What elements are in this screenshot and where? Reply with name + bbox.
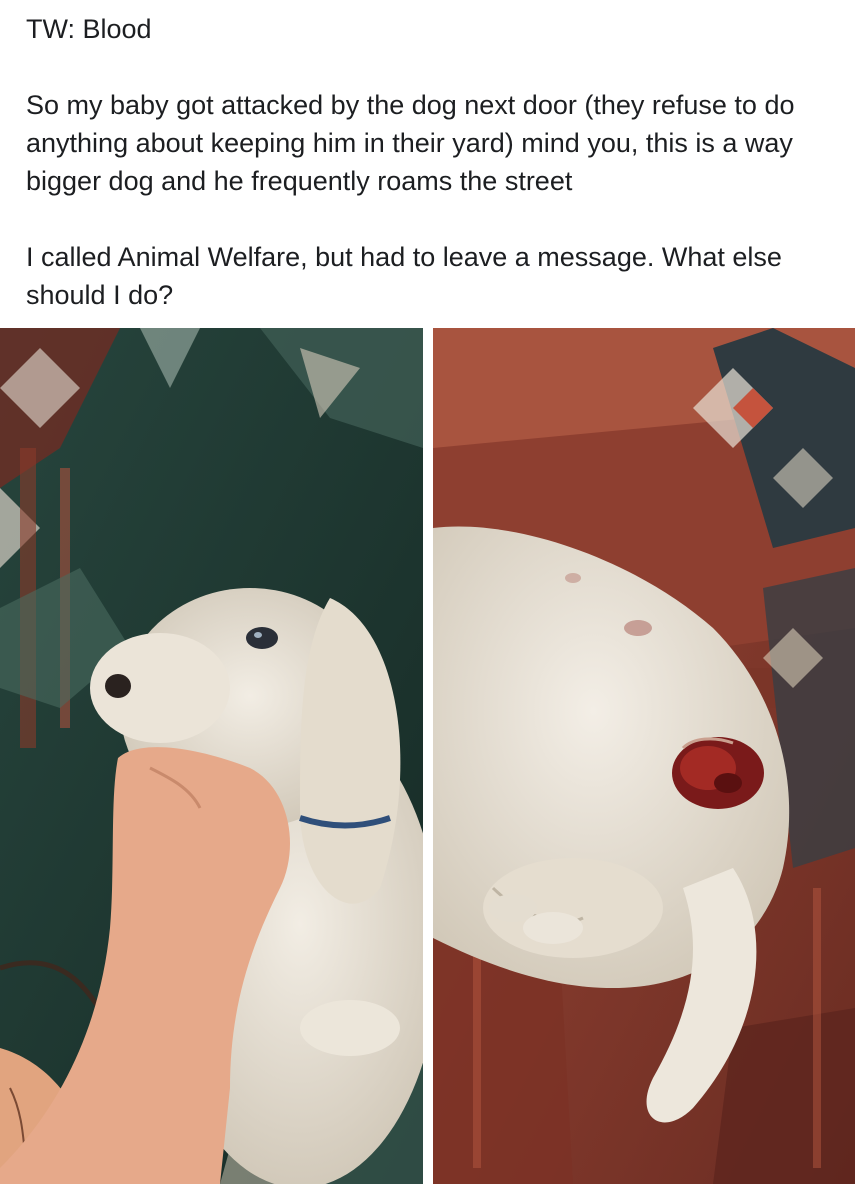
dog-wound-illustration bbox=[433, 328, 855, 1184]
post-body: TW: Blood So my baby got attacked by the… bbox=[26, 10, 826, 314]
dog-wound-photo[interactable] bbox=[433, 328, 855, 1184]
trigger-warning: TW: Blood bbox=[26, 14, 152, 44]
dog-face-illustration bbox=[0, 328, 423, 1184]
dog-face-photo[interactable] bbox=[0, 328, 423, 1184]
post-paragraph-1: So my baby got attacked by the dog next … bbox=[26, 90, 795, 196]
post-paragraph-2: I called Animal Welfare, but had to leav… bbox=[26, 242, 782, 310]
